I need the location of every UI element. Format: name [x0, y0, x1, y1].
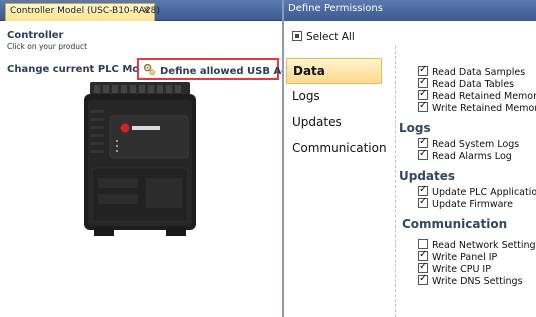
select-all-checkbox[interactable]: Select All	[292, 31, 355, 43]
category-communication[interactable]: Communication	[286, 136, 387, 162]
category-updates[interactable]: Updates	[286, 110, 382, 136]
checkbox-icon	[418, 76, 428, 88]
permission-write-panel-ip[interactable]: Write Panel IP	[396, 249, 536, 263]
permission-update-firmware[interactable]: Update Firmware	[396, 196, 536, 210]
permission-read-data-tables[interactable]: Read Data Tables	[396, 76, 536, 90]
permission-label: Write CPU IP	[432, 264, 491, 275]
permission-label: Update PLC Application	[432, 187, 536, 198]
category-data[interactable]: Data	[286, 58, 382, 84]
permission-label: Read Network Settings	[432, 240, 536, 251]
controller-model-panel: Controller Model (USC-B10-RA28) ✕ Contro…	[0, 0, 315, 317]
define-usb-actions-button[interactable]: Define allowed USB Actions	[137, 58, 315, 80]
permission-label: Read System Logs	[432, 139, 520, 150]
category-logs[interactable]: Logs	[286, 84, 382, 110]
permission-read-retained-memory[interactable]: Read Retained Memory	[396, 88, 536, 102]
section-subtitle: Click on your product	[7, 42, 88, 51]
checkbox-icon	[418, 88, 428, 100]
select-all-label: Select All	[306, 31, 355, 43]
permission-label: Update Firmware	[432, 199, 513, 210]
checkbox-icon	[418, 184, 428, 196]
tab-controller-model[interactable]: Controller Model (USC-B10-RA28) ✕	[5, 3, 160, 21]
permission-write-cpu-ip[interactable]: Write CPU IP	[396, 261, 536, 275]
checkbox-icon	[418, 239, 428, 249]
permission-label: Read Data Tables	[432, 79, 515, 90]
permission-write-dns-settings[interactable]: Write DNS Settings	[396, 273, 536, 287]
checkbox-icon	[418, 148, 428, 160]
checkbox-icon	[418, 64, 428, 76]
settings-gear-icon	[143, 63, 156, 76]
permission-update-plc-application[interactable]: Update PLC Application	[396, 184, 536, 198]
define-permissions-panel: Define Permissions Select All Data Logs …	[284, 0, 536, 317]
permission-label: Read Data Samples	[432, 67, 526, 78]
group-title-updates: Updates	[399, 169, 456, 183]
permission-label: Read Alarms Log	[432, 151, 512, 162]
document-tab-strip: Controller Model (USC-B10-RA28) ✕	[0, 0, 282, 21]
section-title: Controller	[7, 30, 64, 41]
checkbox-icon	[418, 273, 428, 285]
plc-device-image[interactable]	[80, 82, 200, 237]
checkbox-icon	[418, 261, 428, 273]
permission-read-network-settings[interactable]: Read Network Settings	[396, 239, 536, 251]
panel-header: Define Permissions	[284, 0, 536, 21]
close-icon[interactable]: ✕	[142, 6, 150, 16]
checkbox-icon	[418, 136, 428, 148]
group-title-logs: Logs	[399, 121, 431, 135]
permission-write-retained-memory[interactable]: Write Retained Memory	[396, 100, 536, 114]
permission-read-alarms-log[interactable]: Read Alarms Log	[396, 148, 536, 162]
permissions-list[interactable]: Read Data Samples Read Data Tables Read …	[396, 46, 536, 317]
permission-label: Write Retained Memory	[432, 103, 536, 114]
checkbox-icon	[418, 249, 428, 261]
permission-label: Write DNS Settings	[432, 276, 523, 287]
tab-label: Controller Model (USC-B10-RA28)	[10, 6, 160, 16]
group-title-communication: Communication	[402, 217, 508, 231]
permission-read-system-logs[interactable]: Read System Logs	[396, 136, 536, 150]
checkbox-icon	[292, 31, 302, 41]
checkbox-icon	[418, 100, 428, 112]
permission-label: Read Retained Memory	[432, 91, 536, 102]
permission-label: Write Panel IP	[432, 252, 498, 263]
permission-categories: Data Logs Updates Communication	[286, 58, 387, 162]
change-plc-model-link[interactable]: Change current PLC Model	[7, 64, 157, 75]
permission-read-data-samples[interactable]: Read Data Samples	[396, 64, 536, 78]
checkbox-icon	[418, 196, 428, 208]
